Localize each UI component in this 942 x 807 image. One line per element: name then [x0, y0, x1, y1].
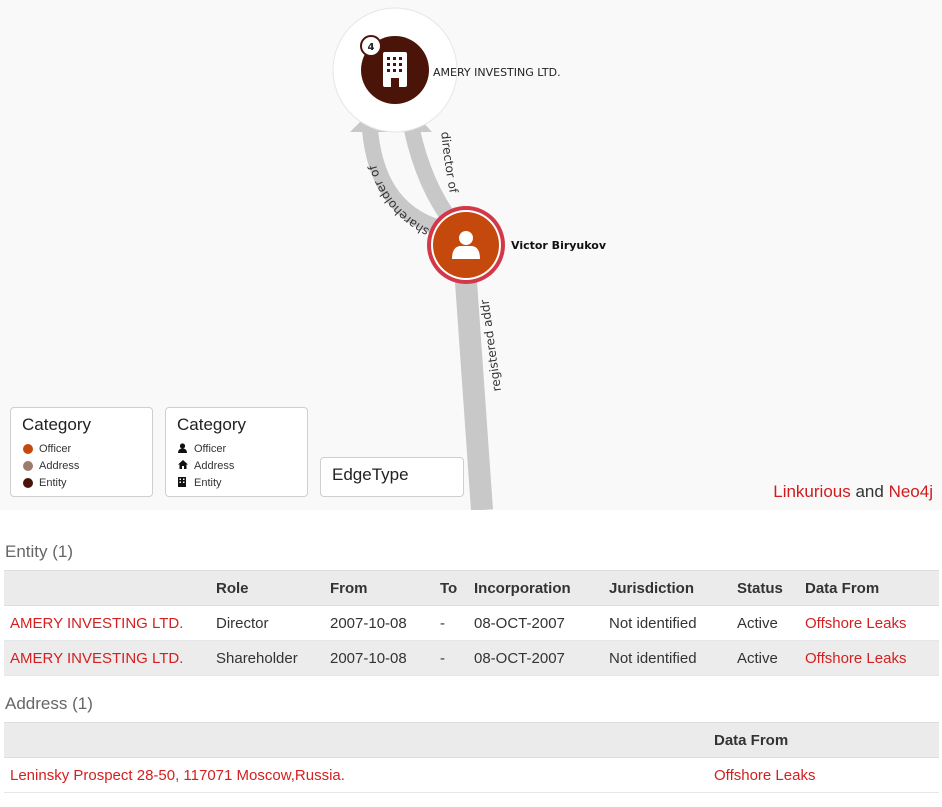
- icon-legend-title: Category: [177, 415, 246, 434]
- jurisdiction-cell: Not identified: [609, 640, 737, 676]
- col-header-data-from: Data From: [714, 722, 939, 758]
- table-row: AMERY INVESTING LTD. Director 2007-10-08…: [4, 605, 939, 641]
- address-section-title: Address (1): [5, 694, 93, 713]
- col-header-address: [4, 722, 714, 758]
- legend-item-officer: Officer: [23, 443, 71, 455]
- building-icon: [383, 52, 407, 87]
- color-legend: Category Officer Address Entity: [10, 407, 153, 497]
- color-legend-title: Category: [22, 415, 91, 434]
- degree-badge: 4: [360, 35, 382, 57]
- status-cell: Active: [737, 640, 805, 676]
- credit-and: and: [855, 482, 884, 501]
- status-cell: Active: [737, 605, 805, 641]
- table-row: Leninsky Prospect 28-50, 117071 Moscow,R…: [4, 757, 939, 793]
- incorporation-cell: 08-OCT-2007: [474, 640, 609, 676]
- edge-registered-address[interactable]: [455, 281, 493, 510]
- legend-item-address: Address: [23, 460, 79, 472]
- from-cell: 2007-10-08: [330, 605, 440, 641]
- officer-node[interactable]: Victor Biryukov: [427, 206, 607, 284]
- neo4j-link[interactable]: Neo4j: [889, 482, 933, 501]
- role-cell: Shareholder: [216, 640, 330, 676]
- data-source-link[interactable]: Offshore Leaks: [805, 615, 906, 632]
- legend-item-officer-icon: Officer: [178, 443, 226, 455]
- col-header-to: To: [440, 570, 474, 606]
- address-link[interactable]: Leninsky Prospect 28-50, 117071 Moscow,R…: [10, 767, 345, 784]
- jurisdiction-cell: Not identified: [609, 605, 737, 641]
- col-header-role: Role: [216, 570, 330, 606]
- col-header-incorporation: Incorporation: [474, 570, 609, 606]
- entity-node[interactable]: 4 AMERY INVESTING LTD.: [332, 7, 561, 133]
- data-source-link[interactable]: Offshore Leaks: [714, 767, 815, 784]
- svg-text:4: 4: [368, 42, 375, 53]
- entity-link[interactable]: AMERY INVESTING LTD.: [10, 650, 183, 667]
- legend-item-entity-icon: Entity: [178, 477, 222, 489]
- to-cell: -: [440, 605, 474, 641]
- address-color-swatch: [23, 461, 33, 471]
- col-header-name: [4, 570, 216, 606]
- col-header-jurisdiction: Jurisdiction: [609, 570, 737, 606]
- address-table-header: Data From: [4, 722, 939, 758]
- officer-color-swatch: [23, 444, 33, 454]
- data-source-link[interactable]: Offshore Leaks: [805, 650, 906, 667]
- legend-item-entity: Entity: [23, 477, 67, 489]
- edge-legend: EdgeType: [320, 457, 464, 497]
- edge-legend-title: EdgeType: [332, 465, 409, 484]
- entity-color-swatch: [23, 478, 33, 488]
- col-header-status: Status: [737, 570, 805, 606]
- role-cell: Director: [216, 605, 330, 641]
- graph-canvas[interactable]: shareholder of director of registered ad…: [0, 0, 942, 510]
- incorporation-cell: 08-OCT-2007: [474, 605, 609, 641]
- icon-legend: Category Officer Address Entity: [165, 407, 308, 497]
- edge-label-director: director of: [438, 131, 461, 195]
- entity-node-label: AMERY INVESTING LTD.: [433, 66, 561, 79]
- entity-link[interactable]: AMERY INVESTING LTD.: [10, 615, 183, 632]
- legend-item-address-icon: Address: [178, 460, 234, 472]
- to-cell: -: [440, 640, 474, 676]
- col-header-data-from: Data From: [805, 570, 939, 606]
- col-header-from: From: [330, 570, 440, 606]
- entity-table: Role From To Incorporation Jurisdiction …: [4, 570, 939, 676]
- address-table: Data From Leninsky Prospect 28-50, 11707…: [4, 722, 939, 793]
- officer-node-label: Victor Biryukov: [511, 239, 607, 252]
- entity-section-title: Entity (1): [5, 542, 74, 561]
- linkurious-link[interactable]: Linkurious: [773, 482, 851, 501]
- entity-table-header: Role From To Incorporation Jurisdiction …: [4, 570, 939, 606]
- table-row: AMERY INVESTING LTD. Shareholder 2007-10…: [4, 640, 939, 676]
- credit-line: Linkurious and Neo4j: [773, 482, 933, 502]
- from-cell: 2007-10-08: [330, 640, 440, 676]
